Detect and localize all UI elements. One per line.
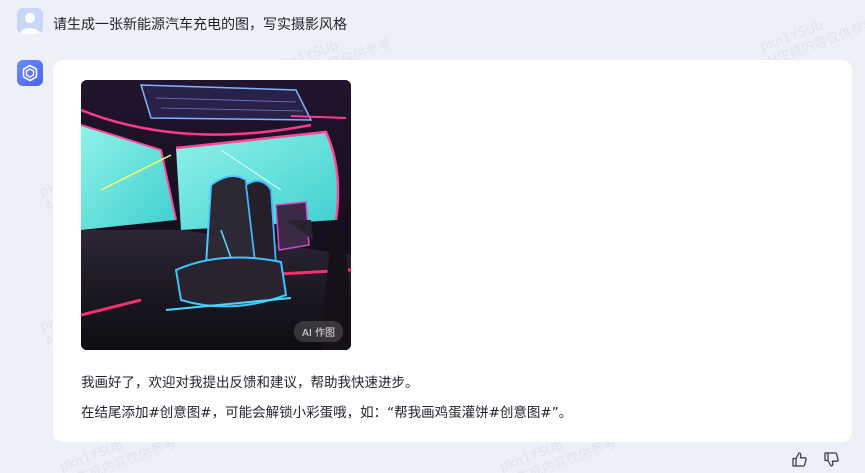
assistant-reply-line-2: 在结尾添加#创意图#，可能会解锁小彩蛋哦，如：“帮我画鸡蛋灌饼#创意图#”。 <box>81 405 573 421</box>
thumbs-up-button[interactable] <box>790 450 808 468</box>
thumbs-down-button[interactable] <box>822 450 840 468</box>
thumbs-up-icon <box>791 451 807 467</box>
user-icon <box>20 13 40 34</box>
ai-generated-badge: AI 作图 <box>294 321 343 342</box>
thumbs-down-icon <box>823 451 839 467</box>
feedback-bar <box>790 450 840 468</box>
assistant-reply-line-1: 我画好了，欢迎对我提出反馈和建议，帮助我快速进步。 <box>81 375 419 391</box>
cube-logo-icon <box>22 64 38 82</box>
assistant-message-card: AI 作图 我画好了，欢迎对我提出反馈和建议，帮助我快速进步。 在结尾添加#创意… <box>53 60 852 442</box>
generated-image[interactable]: AI 作图 <box>81 80 351 350</box>
user-message-row: 请生成一张新能源汽车充电的图，写实摄影风格 <box>0 8 865 38</box>
user-avatar <box>17 8 43 34</box>
car-interior-illustration <box>81 80 351 350</box>
user-message-text: 请生成一张新能源汽车充电的图，写实摄影风格 <box>53 17 347 33</box>
chat-page: pkn1YSUbAI生成内容仅供参考 pkn1YSUbAI生成内容仅供参考 pk… <box>0 0 865 473</box>
assistant-avatar <box>17 60 43 86</box>
